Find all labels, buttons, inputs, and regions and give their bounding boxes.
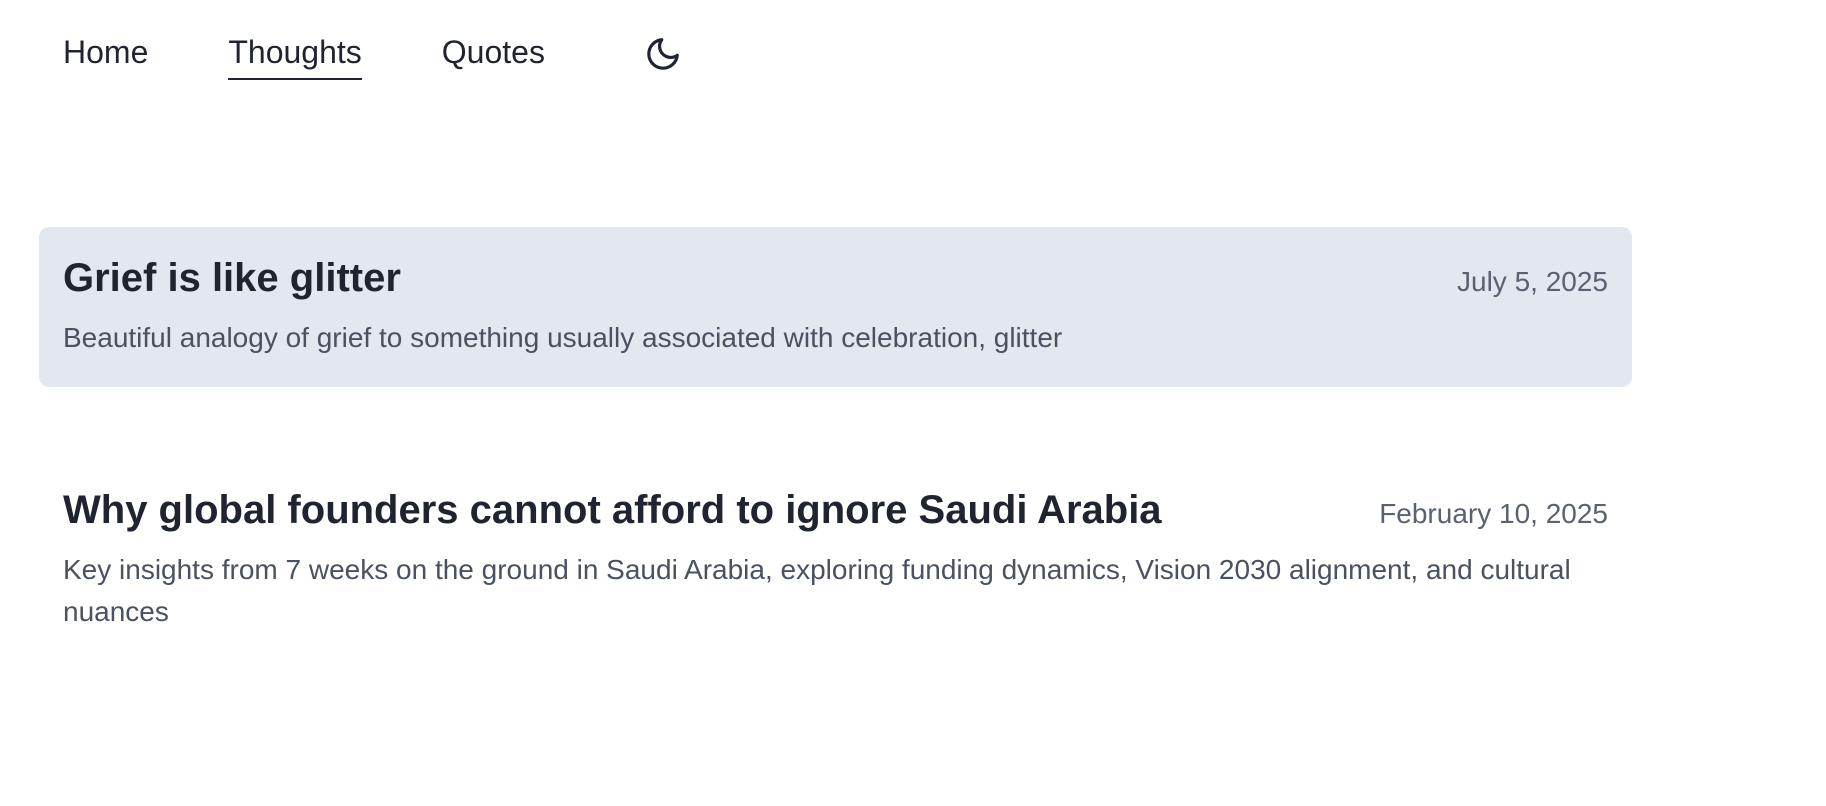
post-header: Grief is like glitter July 5, 2025 (63, 253, 1608, 303)
post-header: Why global founders cannot afford to ign… (63, 485, 1608, 535)
post-title[interactable]: Why global founders cannot afford to ign… (63, 485, 1162, 535)
moon-icon (647, 38, 679, 70)
nav-quotes-link[interactable]: Quotes (442, 30, 545, 80)
post-card[interactable]: Why global founders cannot afford to ign… (39, 459, 1632, 661)
post-summary: Beautiful analogy of grief to something … (63, 322, 1063, 353)
post-date: July 5, 2025 (1457, 266, 1608, 297)
post-list: Grief is like glitter July 5, 2025 Beaut… (39, 227, 1632, 661)
theme-toggle-button[interactable] (641, 32, 685, 76)
post-title[interactable]: Grief is like glitter (63, 253, 401, 303)
nav-home-link[interactable]: Home (63, 30, 148, 80)
post-date: February 10, 2025 (1379, 498, 1608, 529)
post-card[interactable]: Grief is like glitter July 5, 2025 Beaut… (39, 227, 1632, 387)
post-summary: Key insights from 7 weeks on the ground … (63, 554, 1571, 627)
main-nav: Home Thoughts Quotes (63, 30, 685, 82)
nav-thoughts-link[interactable]: Thoughts (228, 30, 362, 80)
